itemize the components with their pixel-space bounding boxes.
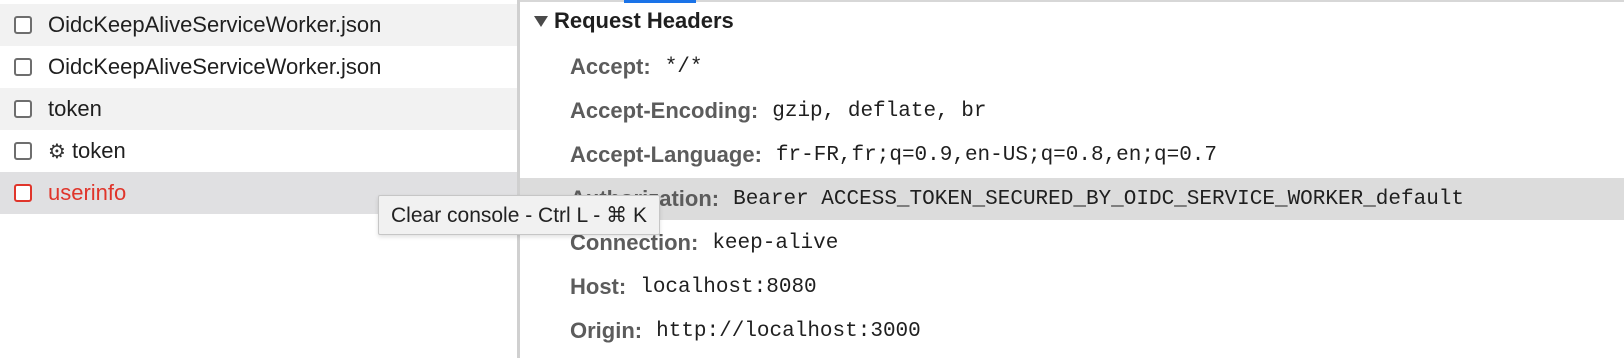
request-checkbox[interactable] [14, 100, 32, 118]
request-checkbox[interactable] [14, 142, 32, 160]
request-name: OidcKeepAliveServiceWorker.json [48, 12, 382, 37]
active-tab-indicator [624, 0, 696, 3]
header-row-highlighted: Authorization: Bearer ACCESS_TOKEN_SECUR… [520, 178, 1624, 220]
header-value: Bearer ACCESS_TOKEN_SECURED_BY_OIDC_SERV… [733, 187, 1465, 211]
header-value: keep-alive [712, 231, 839, 255]
request-list: OidcKeepAliveServiceWorker.json OidcKeep… [0, 0, 517, 358]
request-checkbox[interactable] [14, 16, 32, 34]
header-value: */* [664, 55, 703, 79]
header-name: Origin: [570, 318, 643, 343]
header-value: gzip, deflate, br [772, 99, 987, 123]
header-value: localhost:8080 [640, 275, 817, 299]
gear-icon: ⚙ [48, 141, 66, 163]
header-row: Accept-Language: fr-FR,fr;q=0.9,en-US;q=… [520, 134, 1624, 176]
request-name: token [71, 138, 126, 163]
header-row: Origin: http://localhost:3000 [520, 310, 1624, 352]
section-title: Request Headers [554, 8, 734, 33]
header-row: Host: localhost:8080 [520, 266, 1624, 308]
header-name: Host: [570, 274, 627, 299]
request-row[interactable]: token [0, 88, 517, 130]
header-row: Accept-Encoding: gzip, deflate, br [520, 90, 1624, 132]
request-headers-section-toggle[interactable]: Request Headers [534, 6, 734, 36]
header-name: Accept-Language: [570, 142, 762, 167]
header-value: http://localhost:3000 [656, 319, 921, 343]
header-name: Accept-Encoding: [570, 98, 759, 123]
headers-panel: Request Headers Accept: */* Accept-Encod… [520, 0, 1624, 358]
request-row[interactable]: OidcKeepAliveServiceWorker.json [0, 4, 517, 46]
request-row[interactable]: ⚙ token [0, 130, 517, 172]
request-row[interactable]: OidcKeepAliveServiceWorker.json [0, 46, 517, 88]
request-checkbox[interactable] [14, 184, 32, 202]
clear-console-tooltip: Clear console - Ctrl L - ⌘ K [378, 195, 660, 235]
expand-triangle-icon [534, 15, 548, 27]
request-name: OidcKeepAliveServiceWorker.json [48, 54, 382, 79]
header-row: Connection: keep-alive [520, 222, 1624, 264]
header-row: Accept: */* [520, 46, 1624, 88]
request-name-with-icon: ⚙ token [48, 138, 126, 164]
request-checkbox[interactable] [14, 58, 32, 76]
header-name: Accept: [570, 54, 651, 79]
request-name: token [48, 96, 102, 121]
devtools-network-view: OidcKeepAliveServiceWorker.json OidcKeep… [0, 0, 1624, 358]
header-value: fr-FR,fr;q=0.9,en-US;q=0.8,en;q=0.7 [775, 143, 1217, 167]
request-name: userinfo [48, 180, 127, 205]
